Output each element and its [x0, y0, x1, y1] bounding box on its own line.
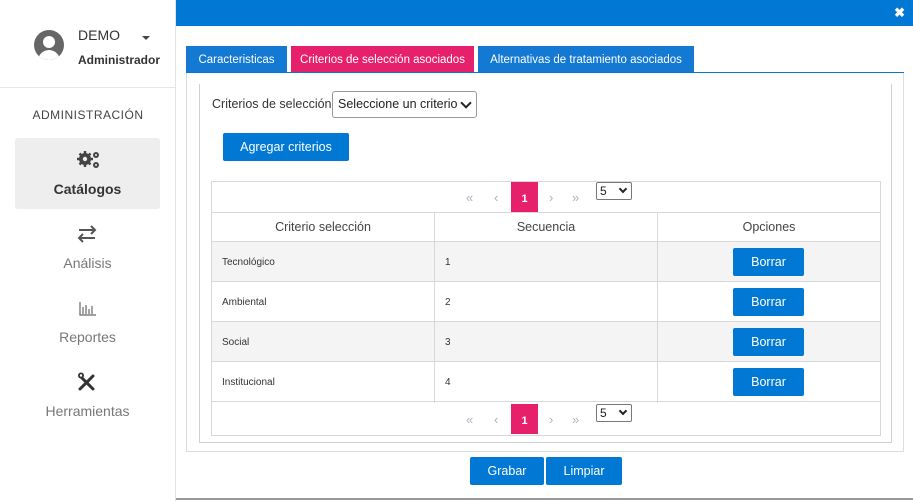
table-row: Institucional 4 Borrar [212, 362, 880, 402]
column-divider [657, 212, 658, 403]
sidebar-item-label: Catálogos [53, 181, 122, 197]
page-size-select[interactable]: 5 [596, 182, 632, 200]
pager-current[interactable]: 1 [511, 404, 538, 434]
chevron-down-icon [618, 184, 628, 194]
pager-bottom: « ‹ 1 › » 5 [212, 404, 882, 434]
chevron-down-icon [460, 97, 472, 109]
pager-current[interactable]: 1 [511, 182, 538, 212]
table-row: Tecnológico 1 Borrar [212, 242, 880, 282]
cell-criterio: Tecnológico [222, 257, 275, 268]
chevron-down-icon [618, 406, 628, 416]
close-icon[interactable]: ✖ [894, 5, 905, 21]
delete-button[interactable]: Borrar [733, 288, 804, 316]
sidebar-item-label: Reportes [59, 329, 116, 345]
cell-criterio: Institucional [222, 377, 275, 388]
page-size-value: 5 [600, 406, 607, 420]
criteria-select[interactable]: Seleccione un criterio [332, 91, 477, 118]
cell-secuencia: 4 [445, 377, 451, 388]
section-title: ADMINISTRACIÓN [32, 108, 144, 122]
criteria-select-value: Seleccione un criterio [338, 97, 458, 111]
pager-prev[interactable]: ‹ [494, 190, 498, 205]
criteria-table: « ‹ 1 › » 5 Criterio selección Secuencia… [211, 181, 881, 436]
sidebar-divider [175, 0, 176, 501]
cell-criterio: Ambiental [222, 297, 267, 308]
column-divider [434, 212, 435, 403]
pager-last[interactable]: » [572, 412, 579, 427]
bottom-border [176, 498, 913, 500]
table-row: Ambiental 2 Borrar [212, 282, 880, 322]
tab-caracteristicas[interactable]: Caracteristicas [186, 46, 287, 73]
clear-button[interactable]: Limpiar [546, 457, 622, 485]
avatar-icon [34, 30, 64, 60]
add-criteria-button[interactable]: Agregar criterios [223, 133, 349, 161]
footer-divider [186, 451, 904, 452]
table-header: Criterio selección Secuencia Opciones [212, 212, 880, 242]
pager-next[interactable]: › [549, 412, 553, 427]
header-criterio: Criterio selección [275, 220, 371, 234]
gears-icon [77, 151, 99, 168]
tools-icon [78, 372, 95, 391]
cell-secuencia: 3 [445, 337, 451, 348]
tab-criterios[interactable]: Criterios de selección asociados [291, 46, 474, 73]
sidebar-item-herramientas[interactable]: Herramientas [15, 360, 160, 431]
delete-button[interactable]: Borrar [733, 328, 804, 356]
pager-last[interactable]: » [572, 190, 579, 205]
pager-prev[interactable]: ‹ [494, 412, 498, 427]
pager-top: « ‹ 1 › » 5 [212, 182, 882, 212]
cell-criterio: Social [222, 337, 250, 348]
save-button[interactable]: Grabar [470, 457, 544, 485]
table-row: Social 3 Borrar [212, 322, 880, 362]
sidebar-item-label: Herramientas [45, 403, 130, 419]
pager-next[interactable]: › [549, 190, 553, 205]
user-panel[interactable]: DEMO Administrador [0, 0, 176, 88]
tab-alternativas[interactable]: Alternativas de tratamiento asociados [478, 46, 694, 73]
sidebar-item-reportes[interactable]: Reportes [15, 286, 160, 357]
sidebar-item-label: Análisis [63, 255, 112, 271]
page-size-select[interactable]: 5 [596, 404, 632, 422]
cell-secuencia: 1 [445, 257, 451, 268]
sidebar-item-catalogos[interactable]: Catálogos [15, 138, 160, 209]
header-opciones: Opciones [742, 220, 796, 234]
delete-button[interactable]: Borrar [733, 248, 804, 276]
user-name: DEMO [78, 27, 120, 43]
sidebar: DEMO Administrador ADMINISTRACIÓN Catálo… [0, 0, 176, 501]
criteria-label: Criterios de selección: [212, 97, 335, 111]
modal-header: ✖ [176, 0, 913, 26]
pager-first[interactable]: « [466, 412, 473, 427]
header-secuencia: Secuencia [516, 220, 576, 234]
cell-secuencia: 2 [445, 297, 451, 308]
page-size-value: 5 [600, 184, 607, 198]
arrows-exchange-icon [77, 225, 97, 243]
pager-first[interactable]: « [466, 190, 473, 205]
bar-chart-icon [79, 302, 96, 316]
sidebar-item-analisis[interactable]: Análisis [15, 212, 160, 283]
caret-down-icon[interactable] [142, 36, 150, 40]
user-role: Administrador [78, 53, 161, 67]
delete-button[interactable]: Borrar [733, 368, 804, 396]
